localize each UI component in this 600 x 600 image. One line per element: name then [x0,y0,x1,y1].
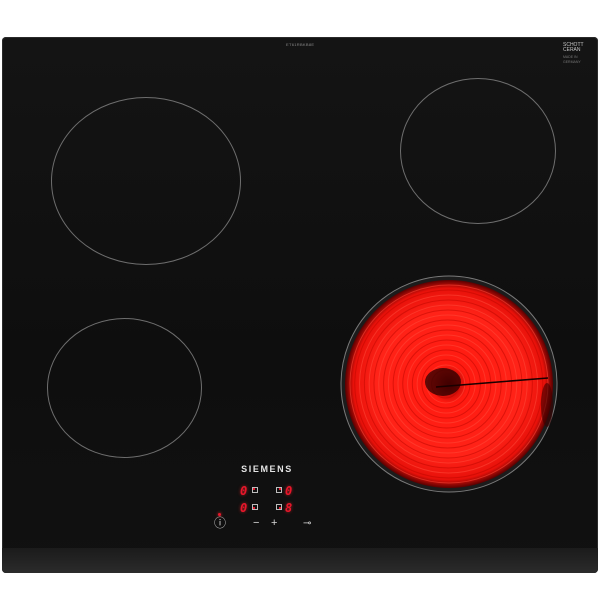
brand-logo: SIEMENS [241,464,293,474]
zone-rear-left-icon[interactable] [252,487,258,493]
zone-display-rear-right[interactable]: 0 [285,485,292,497]
cooking-zone-rear-left[interactable] [51,97,241,265]
zone-front-left-icon[interactable] [252,504,258,510]
child-lock-key-icon[interactable]: ⊸ [303,518,311,529]
zone-front-right-icon[interactable] [276,504,282,510]
heating-center-dark [425,368,461,396]
heating-edge-dark [541,383,553,427]
zone-display-front-left[interactable]: 0 [240,502,247,514]
minus-button[interactable]: − [253,518,259,529]
plus-button[interactable]: + [271,518,277,529]
power-button-icon[interactable]: ⓘ [214,517,226,529]
zone-rear-right-icon[interactable] [276,487,282,493]
schott-ceran-subtext: MADE IN GERMANY [563,55,581,64]
hob-front-edge [2,548,598,573]
zone-display-rear-left[interactable]: 0 [240,485,247,497]
schott-ceran-text: SCHOTT CERAN [563,42,584,53]
model-code: ET61RBKB8E [286,42,315,47]
schott-ceran-logo: SCHOTT CERAN MADE IN GERMANY [563,43,593,65]
cooking-zone-rear-right[interactable] [400,78,556,224]
cooking-zone-front-left[interactable] [47,318,202,458]
zone-display-front-right[interactable]: 8 [285,502,292,514]
brand-logo-wrap: SIEMENS [0,459,600,477]
